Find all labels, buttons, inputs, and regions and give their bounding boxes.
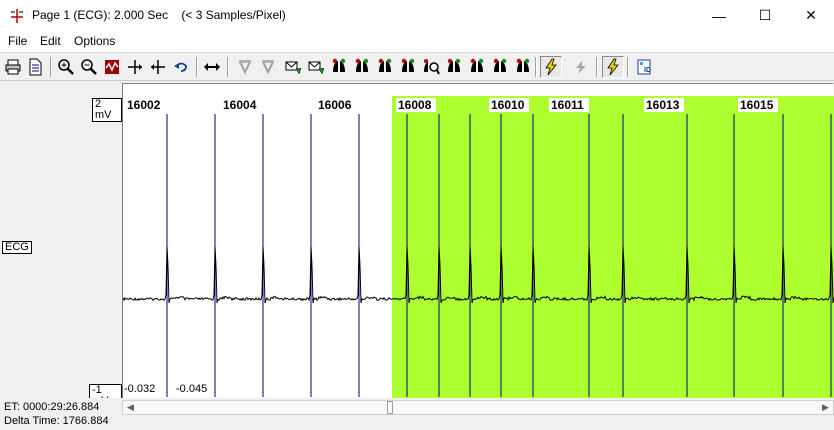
beat-label: 16010 — [491, 98, 525, 112]
beat-label: 16013 — [646, 98, 680, 112]
lightning-icon — [607, 58, 619, 76]
lungs-button[interactable] — [397, 56, 419, 78]
axis-top-label[interactable]: 2 mV — [92, 98, 122, 122]
toolbar-separator — [50, 57, 52, 77]
beat-label: 16015 — [740, 98, 774, 112]
toolbar-separator — [596, 57, 598, 77]
menu-edit[interactable]: Edit — [40, 34, 61, 48]
toolbar-separator — [227, 57, 229, 77]
close-button[interactable]: ✕ — [788, 0, 834, 31]
toolbar-separator — [535, 57, 537, 77]
page-icon — [29, 58, 42, 76]
axis-panel: 2 mV ECG -1 mV — [0, 96, 122, 408]
beat-label: 16011 — [551, 98, 584, 112]
print-icon — [5, 59, 21, 75]
print-button[interactable] — [2, 56, 24, 78]
undo-button[interactable] — [170, 56, 192, 78]
lungs-icon — [493, 58, 507, 72]
lightning-button[interactable] — [540, 56, 562, 78]
horizontal-arrows-button[interactable] — [201, 56, 223, 78]
mail-marker-icon — [285, 61, 302, 75]
compress-button[interactable] — [147, 56, 169, 78]
toolbar-separator — [627, 57, 629, 77]
amplitude-readout: -0.045 — [176, 383, 207, 395]
lightning-disabled-icon — [576, 61, 586, 74]
marker-disabled-icon — [239, 60, 251, 75]
lungs-button[interactable] — [466, 56, 488, 78]
minimize-button[interactable]: — — [696, 0, 742, 31]
lungs-icon — [332, 58, 346, 72]
beat-label: 16008 — [398, 98, 432, 112]
expand-button[interactable] — [124, 56, 146, 78]
toolbar: ID — [0, 52, 834, 81]
lightning-icon — [545, 58, 557, 76]
mail-marker-icon — [308, 61, 325, 75]
lungs-button[interactable] — [374, 56, 396, 78]
zoom-out-button[interactable] — [78, 56, 100, 78]
toolbar-separator — [196, 57, 198, 77]
svg-text:ID: ID — [644, 67, 651, 74]
horizontal-scrollbar[interactable]: ◀ ▶ — [122, 400, 834, 415]
lightning-button[interactable] — [602, 56, 624, 78]
channel-label[interactable]: ECG — [2, 241, 32, 254]
menu-file[interactable]: File — [8, 34, 27, 48]
time-ruler — [122, 83, 833, 96]
lungs-search-icon — [424, 59, 440, 75]
marker-disabled-icon — [262, 60, 274, 75]
marker-disabled-button[interactable] — [257, 56, 279, 78]
lungs-icon — [516, 58, 530, 72]
title-bar: Page 1 (ECG): 2.000 Sec (< 3 Samples/Pix… — [0, 0, 834, 31]
lungs-icon — [378, 58, 392, 72]
lungs-button[interactable] — [328, 56, 350, 78]
beat-label: 16004 — [223, 98, 257, 112]
id-icon: ID — [637, 59, 651, 75]
fit-icon — [105, 60, 119, 74]
fit-button[interactable] — [101, 56, 123, 78]
menu-options[interactable]: Options — [74, 34, 115, 48]
app-icon — [11, 9, 23, 23]
undo-icon — [174, 62, 187, 72]
ecg-plot[interactable]: 16002 16004 16006 16008 16010 16011 16013 16015… — [122, 96, 834, 398]
lungs-icon — [401, 58, 415, 72]
lungs-search-button[interactable] — [420, 56, 442, 78]
mail-marker-button[interactable] — [305, 56, 327, 78]
compress-icon — [151, 60, 165, 74]
lungs-button[interactable] — [512, 56, 534, 78]
lungs-button[interactable] — [489, 56, 511, 78]
lungs-icon — [355, 58, 369, 72]
zoom-in-icon — [58, 59, 74, 75]
mail-marker-button[interactable] — [282, 56, 304, 78]
bottom-bar: ◀ ▶ ET: 0000:29:26.884 Delta Time: 1766.… — [0, 398, 834, 430]
zoom-out-icon — [81, 59, 97, 75]
lungs-button[interactable] — [351, 56, 373, 78]
delta-time: Delta Time: 1766.884 — [4, 415, 109, 427]
beat-label: 16006 — [318, 98, 352, 112]
maximize-button[interactable]: ☐ — [742, 0, 788, 31]
marker-disabled-button[interactable] — [234, 56, 256, 78]
lungs-button[interactable] — [443, 56, 465, 78]
elapsed-time: ET: 0000:29:26.884 — [4, 401, 100, 413]
amplitude-readout: -0.032 — [124, 383, 155, 395]
id-button[interactable]: ID — [633, 56, 655, 78]
beat-label: 16002 — [127, 98, 161, 112]
menu-bar: File Edit Options — [0, 31, 834, 52]
page-button[interactable] — [24, 56, 46, 78]
lungs-icon — [447, 58, 461, 72]
lungs-icon — [470, 58, 484, 72]
window-title: Page 1 (ECG): 2.000 Sec (< 3 Samples/Pix… — [32, 8, 286, 22]
ecg-plot-canvas[interactable]: 16002 16004 16006 16008 16010 16011 16013 16015… — [123, 96, 834, 398]
expand-icon — [128, 60, 142, 74]
scroll-thumb[interactable] — [387, 401, 393, 414]
highlight-region — [392, 96, 834, 398]
lightning-disabled-button[interactable] — [570, 56, 592, 78]
scroll-left-button[interactable]: ◀ — [123, 401, 138, 414]
horizontal-arrows-icon — [204, 63, 220, 71]
top-strip — [0, 81, 834, 96]
zoom-in-button[interactable] — [55, 56, 77, 78]
scroll-right-button[interactable]: ▶ — [818, 401, 833, 414]
